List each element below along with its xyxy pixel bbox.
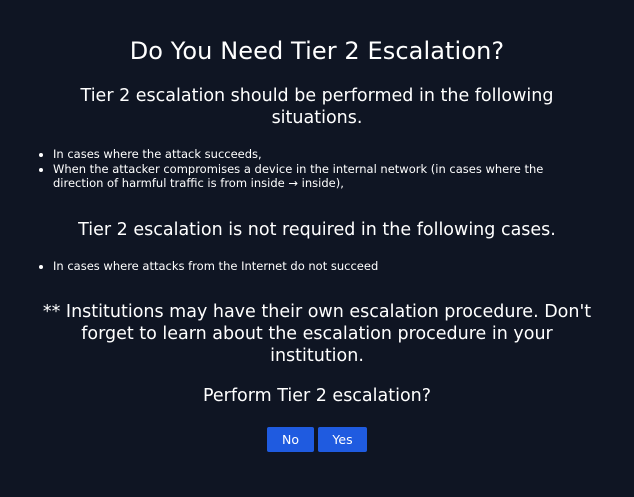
list-item: In cases where the attack succeeds, (53, 147, 594, 162)
button-row: No Yes (0, 427, 634, 452)
escalation-dialog: Do You Need Tier 2 Escalation? Tier 2 es… (0, 0, 634, 497)
not-required-heading: Tier 2 escalation is not required in the… (78, 220, 556, 240)
list-item: In cases where attacks from the Internet… (53, 259, 594, 274)
institution-note: ** Institutions may have their own escal… (42, 302, 592, 366)
yes-button[interactable]: Yes (318, 427, 367, 452)
required-heading: Tier 2 escalation should be performed in… (80, 86, 554, 128)
dialog-title: Do You Need Tier 2 Escalation? (129, 37, 505, 65)
escalation-question: Perform Tier 2 escalation? (202, 386, 432, 406)
list-item: When the attacker compromises a device i… (53, 162, 594, 191)
not-required-cases-list: In cases where attacks from the Internet… (36, 259, 594, 274)
required-cases-list: In cases where the attack succeeds, When… (36, 147, 594, 191)
no-button[interactable]: No (267, 427, 314, 452)
